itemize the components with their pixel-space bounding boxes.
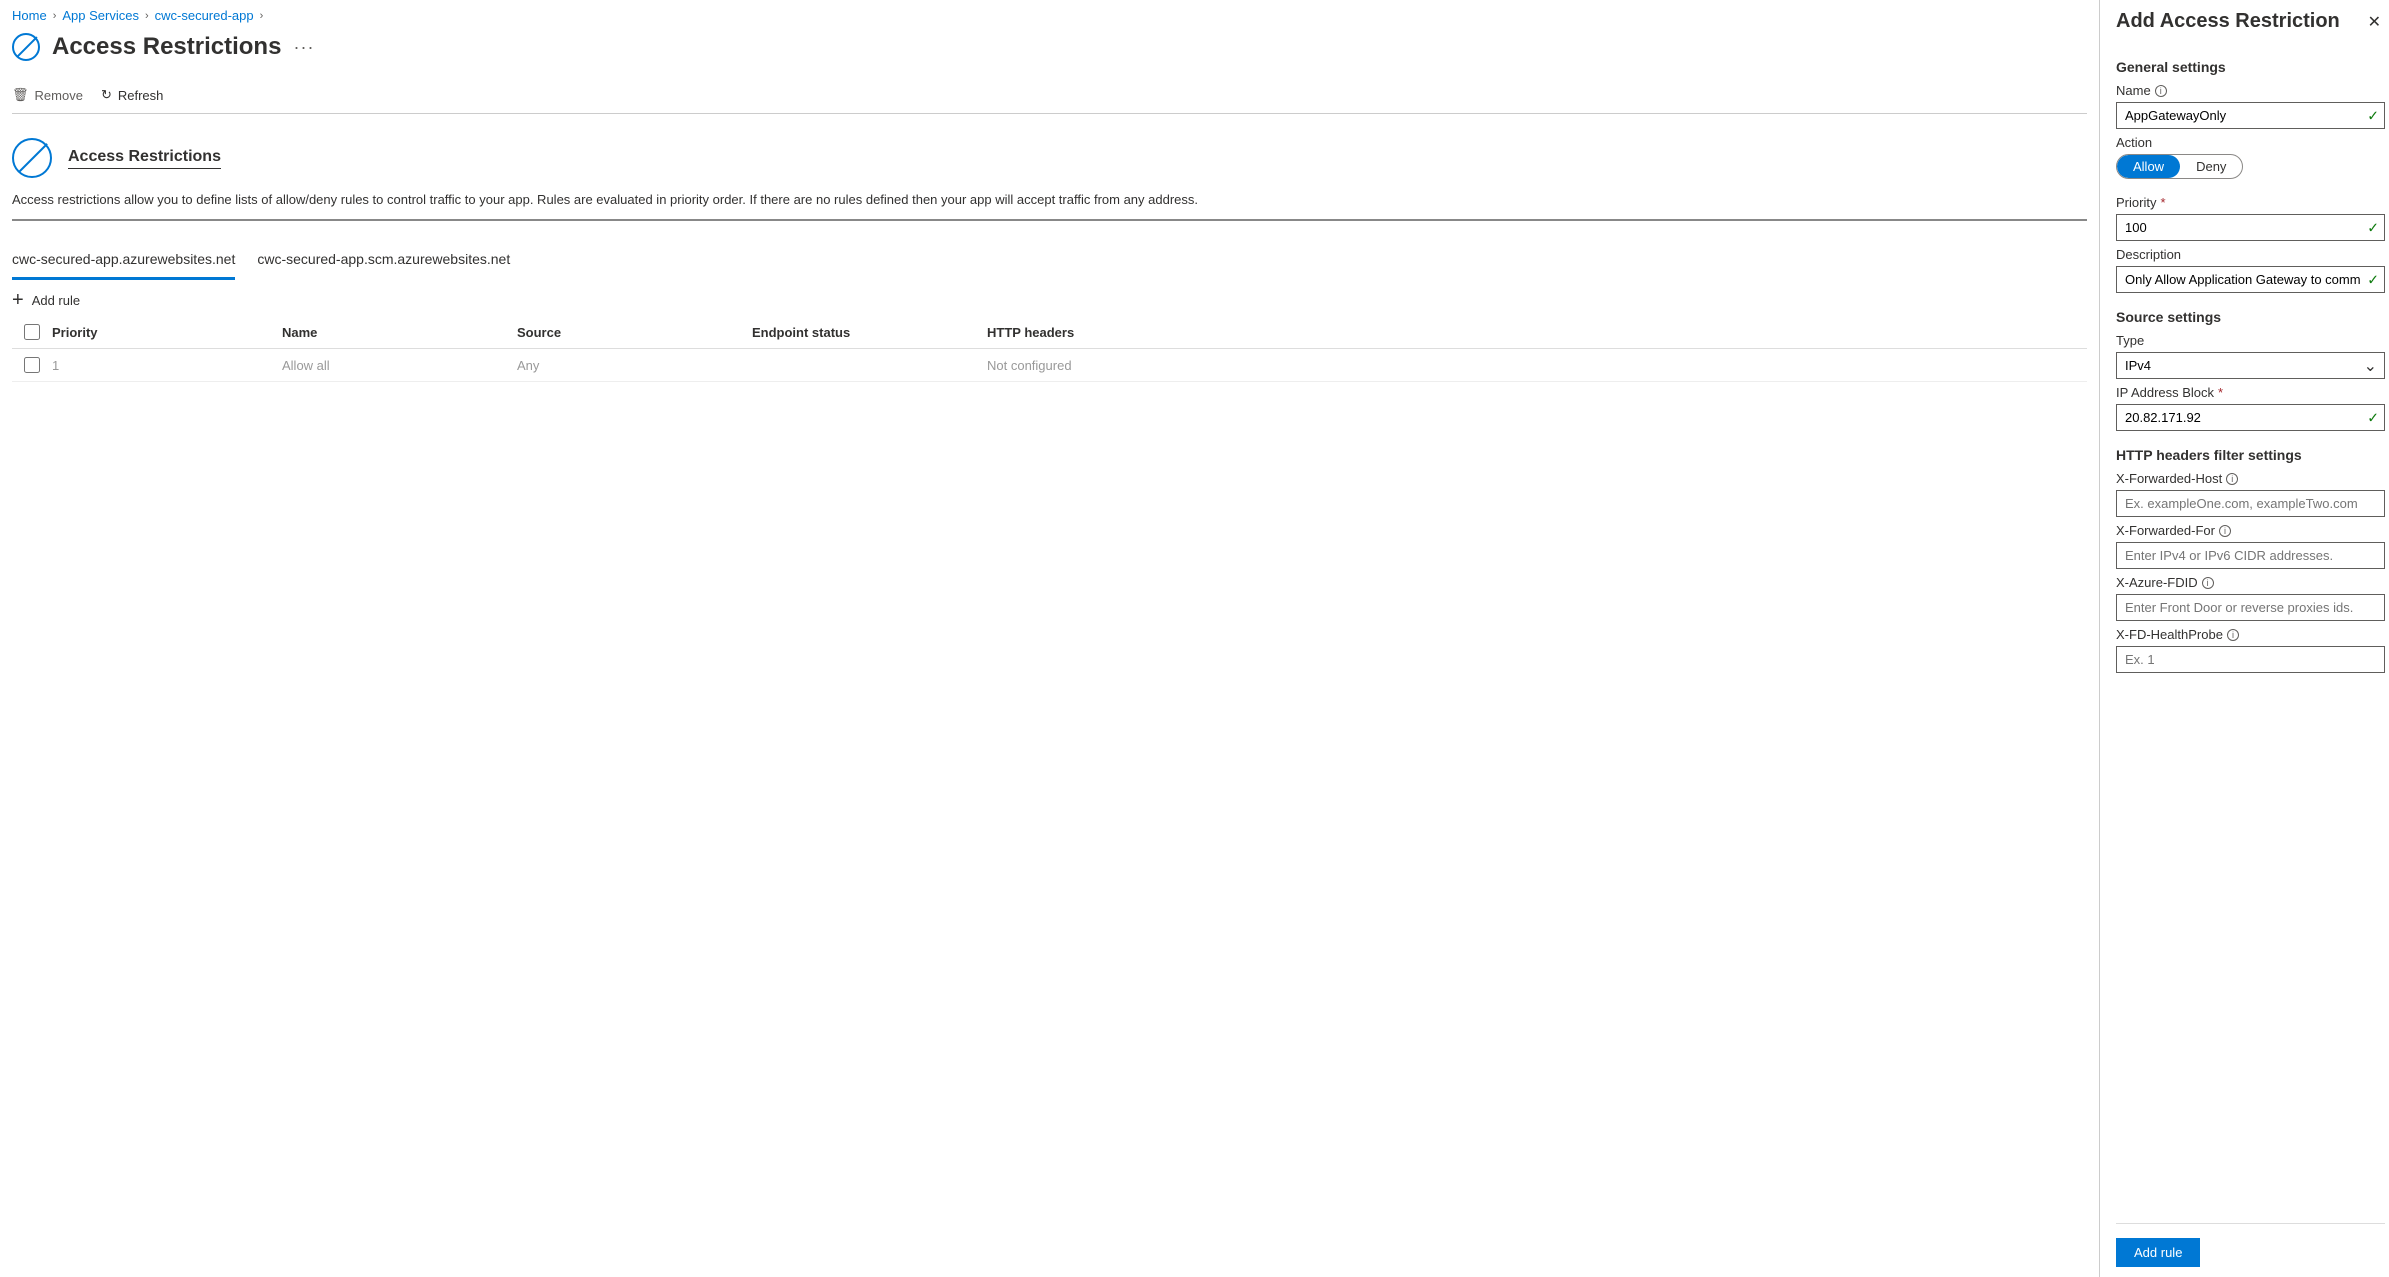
refresh-icon: ↻	[101, 87, 112, 103]
info-icon[interactable]: i	[2219, 525, 2231, 537]
breadcrumb-home[interactable]: Home	[12, 8, 47, 23]
cell-http: Not configured	[987, 358, 2087, 373]
breadcrumb: Home › App Services › cwc-secured-app ›	[12, 8, 2087, 23]
info-icon[interactable]: i	[2227, 629, 2239, 641]
col-source: Source	[517, 325, 752, 340]
action-allow[interactable]: Allow	[2117, 155, 2180, 178]
ip-label: IP Address Block *	[2116, 385, 2385, 400]
col-priority: Priority	[52, 325, 282, 340]
panel-title: Add Access Restriction	[2116, 10, 2340, 33]
name-label: Namei	[2116, 83, 2385, 98]
xfh-label: X-Forwarded-Hosti	[2116, 471, 2385, 486]
fdid-label: X-Azure-FDIDi	[2116, 575, 2385, 590]
name-input[interactable]	[2116, 102, 2385, 129]
page-title: Access Restrictions	[52, 33, 281, 61]
priority-input[interactable]	[2116, 214, 2385, 241]
check-icon: ✓	[2367, 107, 2379, 124]
breadcrumb-app-services[interactable]: App Services	[62, 8, 139, 23]
deny-icon	[12, 138, 52, 178]
hp-label: X-FD-HealthProbei	[2116, 627, 2385, 642]
info-icon[interactable]: i	[2155, 85, 2167, 97]
check-icon: ✓	[2367, 271, 2379, 288]
description-label: Description	[2116, 247, 2385, 262]
section-description: Access restrictions allow you to define …	[12, 192, 2087, 221]
source-settings-heading: Source settings	[2116, 309, 2385, 325]
chevron-icon: ›	[145, 10, 149, 22]
col-endpoint: Endpoint status	[752, 325, 987, 340]
type-label: Type	[2116, 333, 2385, 348]
remove-label: Remove	[35, 88, 83, 103]
http-headers-heading: HTTP headers filter settings	[2116, 447, 2385, 463]
action-deny[interactable]: Deny	[2180, 155, 2242, 178]
trash-icon: 🗑	[12, 87, 29, 103]
remove-button[interactable]: 🗑 Remove	[12, 87, 83, 103]
info-icon[interactable]: i	[2226, 473, 2238, 485]
priority-label: Priority *	[2116, 195, 2385, 210]
site-tabs: cwc-secured-app.azurewebsites.net cwc-se…	[12, 245, 2087, 280]
add-rule-label: Add rule	[32, 293, 80, 308]
xff-label: X-Forwarded-Fori	[2116, 523, 2385, 538]
table-header: Priority Name Source Endpoint status HTT…	[12, 316, 2087, 349]
hp-input[interactable]	[2116, 646, 2385, 673]
chevron-icon: ›	[53, 10, 57, 22]
ip-input[interactable]	[2116, 404, 2385, 431]
col-name: Name	[282, 325, 517, 340]
add-rule-submit[interactable]: Add rule	[2116, 1238, 2200, 1267]
plus-icon: +	[12, 290, 24, 310]
cell-priority: 1	[52, 358, 282, 373]
section-heading: Access Restrictions	[68, 148, 221, 169]
fdid-input[interactable]	[2116, 594, 2385, 621]
select-all-checkbox[interactable]	[24, 324, 40, 340]
info-icon[interactable]: i	[2202, 577, 2214, 589]
xff-input[interactable]	[2116, 542, 2385, 569]
check-icon: ✓	[2367, 409, 2379, 426]
general-settings-heading: General settings	[2116, 59, 2385, 75]
chevron-icon: ›	[260, 10, 264, 22]
description-input[interactable]	[2116, 266, 2385, 293]
xfh-input[interactable]	[2116, 490, 2385, 517]
add-restriction-panel: Add Access Restriction ✕ General setting…	[2099, 0, 2389, 1277]
col-http: HTTP headers	[987, 325, 2087, 340]
breadcrumb-app[interactable]: cwc-secured-app	[155, 8, 254, 23]
toolbar: 🗑 Remove ↻ Refresh	[12, 81, 2087, 114]
refresh-label: Refresh	[118, 88, 164, 103]
deny-icon	[12, 33, 40, 61]
cell-source: Any	[517, 358, 752, 373]
tab-main-site[interactable]: cwc-secured-app.azurewebsites.net	[12, 245, 235, 280]
close-button[interactable]: ✕	[2364, 12, 2385, 32]
type-select[interactable]	[2116, 352, 2385, 379]
row-checkbox[interactable]	[24, 357, 40, 373]
refresh-button[interactable]: ↻ Refresh	[101, 87, 163, 103]
tab-scm-site[interactable]: cwc-secured-app.scm.azurewebsites.net	[257, 245, 510, 280]
more-button[interactable]: ···	[293, 37, 314, 58]
table-row[interactable]: 1 Allow all Any Not configured	[12, 349, 2087, 382]
action-label: Action	[2116, 135, 2385, 150]
add-rule-button[interactable]: + Add rule	[12, 290, 2087, 310]
action-toggle: Allow Deny	[2116, 154, 2243, 179]
check-icon: ✓	[2367, 219, 2379, 236]
cell-name: Allow all	[282, 358, 517, 373]
